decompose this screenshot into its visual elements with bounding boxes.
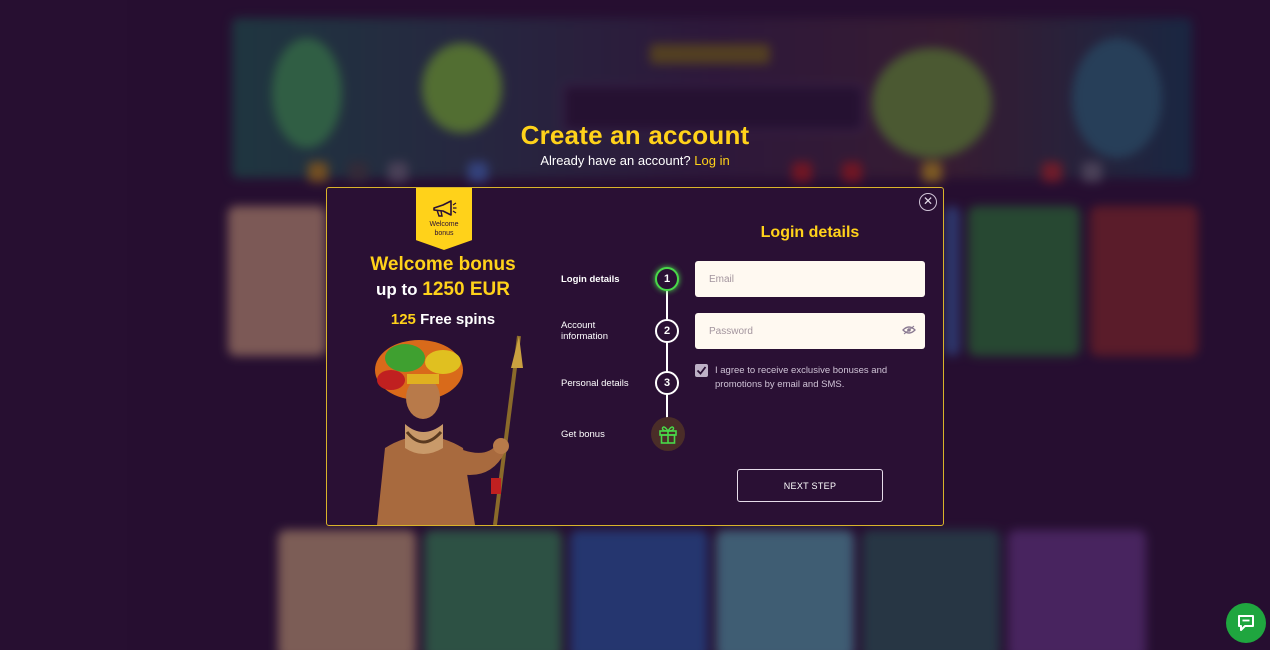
promo-spins: 125 Free spins <box>327 311 559 328</box>
registration-modal: ✕ Welcome bonus Welcome bonus up to 1250… <box>326 187 944 526</box>
promo-spins-count: 125 <box>390 311 416 328</box>
promo-headline: Welcome bonus <box>370 254 516 275</box>
step-label-personal-details: Personal details <box>561 378 629 389</box>
promo-spins-label: Free spins <box>420 311 496 328</box>
megaphone-icon <box>433 200 457 217</box>
close-button[interactable]: ✕ <box>919 193 937 211</box>
ribbon-label-line1: Welcome <box>429 221 459 228</box>
promo-amount-value: 1250 EUR <box>422 279 510 300</box>
close-icon: ✕ <box>922 194 934 208</box>
checkmark-icon <box>696 366 707 375</box>
step-4-indicator <box>651 417 685 451</box>
step-label-account-information: Account information <box>561 320 608 342</box>
show-password-icon[interactable] <box>902 325 916 335</box>
have-account-text: Already have an account? <box>540 153 691 168</box>
promo-amount-prefix: up to <box>376 280 418 299</box>
gift-icon <box>659 426 677 444</box>
chat-icon <box>1238 615 1254 631</box>
login-prompt: Already have an account? Log in <box>0 153 1270 168</box>
login-link[interactable]: Log in <box>694 153 729 168</box>
email-field[interactable] <box>695 261 925 297</box>
step-label-get-bonus: Get bonus <box>561 429 605 440</box>
stepper-line <box>666 280 668 420</box>
consent-checkbox[interactable] <box>695 364 708 377</box>
next-step-button[interactable]: NEXT STEP <box>737 469 883 502</box>
ribbon-label-line2: bonus <box>434 230 454 237</box>
welcome-bonus-ribbon: Welcome bonus <box>416 188 472 250</box>
step-1-indicator: 1 <box>655 267 679 291</box>
password-field[interactable] <box>695 313 925 349</box>
step-label-login-details: Login details <box>561 274 620 285</box>
page-title: Create an account <box>520 120 750 150</box>
step-3-indicator: 3 <box>655 371 679 395</box>
promo-amount: up to 1250 EUR <box>327 279 559 301</box>
warrior-illustration <box>375 335 523 525</box>
welcome-bonus-panel: Welcome bonus Welcome bonus up to 1250 E… <box>327 188 559 525</box>
step-2-indicator: 2 <box>655 319 679 343</box>
step-label-account-line1: Account <box>561 320 596 331</box>
step-label-account-line2: information <box>561 331 608 342</box>
login-details-title: Login details <box>760 224 860 241</box>
consent-label: I agree to receive exclusive bonuses and… <box>715 365 888 390</box>
live-chat-button[interactable] <box>1226 603 1266 643</box>
